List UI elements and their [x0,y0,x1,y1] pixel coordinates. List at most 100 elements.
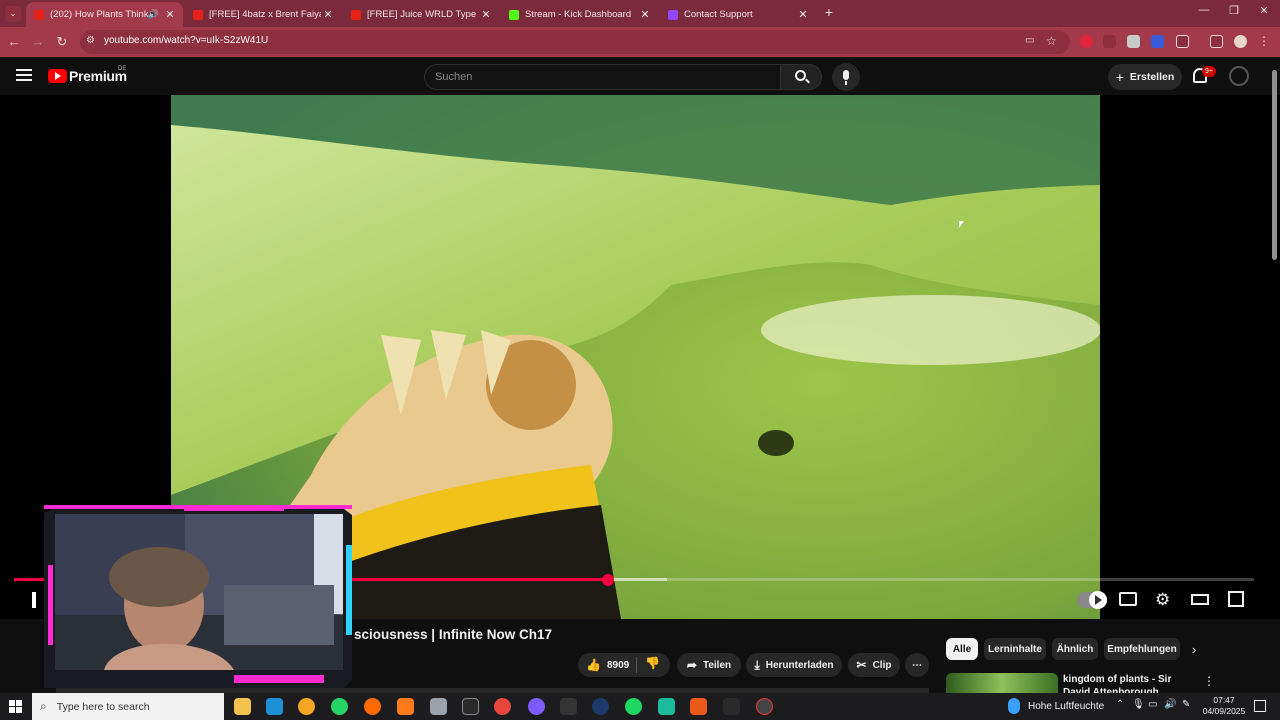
whatsapp-icon[interactable] [331,698,348,715]
extension-flame-icon[interactable] [1103,35,1116,48]
autoplay-toggle[interactable] [1077,591,1107,609]
tab-4batz-beat[interactable]: [FREE] 4batz x Brent Faiyaz Typ ✕ [185,2,341,27]
clip-button[interactable]: ✂ Clip [848,653,900,677]
youtube-logo-icon[interactable] [48,69,67,83]
scissors-icon: ✂ [856,658,867,672]
cast-icon[interactable]: ▭ [1025,35,1034,46]
bookmark-star-icon[interactable]: ☆ [1046,34,1057,48]
reload-button[interactable]: ↻ [53,33,71,51]
download-label: Herunterladen [765,659,834,671]
tab-kick-dashboard[interactable]: Stream - Kick Dashboard ✕ [501,2,658,27]
close-tab-icon[interactable]: ✕ [163,8,177,21]
address-bar[interactable]: ⚙ youtube.com/watch?v=uIk-S2zW41U ▭ ☆ [80,30,1070,54]
close-tab-icon[interactable]: ✕ [479,8,493,21]
close-window-button[interactable]: ✕ [1249,4,1279,22]
close-tab-icon[interactable]: ✕ [321,8,335,21]
video-letterbox-right [1100,95,1280,619]
extension-grey-icon[interactable] [1127,35,1140,48]
tab-contact-support[interactable]: Contact Support ✕ [660,2,816,27]
like-count[interactable]: 8909 [607,660,629,671]
reading-list-icon[interactable] [1210,35,1223,48]
discord-icon[interactable] [528,698,545,715]
profile-avatar-icon[interactable] [1234,35,1247,48]
chip-empfehlungen[interactable]: Empfehlungen [1104,638,1180,660]
app-icon[interactable] [298,698,315,715]
tab-search-button[interactable]: ⌄ [5,6,21,22]
chip-aehnlich[interactable]: Ähnlich [1052,638,1098,660]
app-grey-icon[interactable] [430,698,447,715]
kick-favicon-icon [509,9,519,20]
notification-center-icon[interactable] [1254,700,1266,712]
settings-gear-icon[interactable]: ⚙ [1155,590,1170,610]
search-button[interactable] [780,64,822,90]
chevron-right-icon[interactable]: › [1192,642,1196,657]
app-blue-icon[interactable] [592,698,609,715]
weather-droplet-icon [1008,698,1020,714]
app-orange-icon[interactable] [364,698,381,715]
chip-lerninhalte[interactable]: Lerninhalte [984,638,1046,660]
pause-icon[interactable] [32,592,36,608]
spotify-icon[interactable] [625,698,642,715]
weather-text[interactable]: Hohe Luftfeuchte [1028,701,1104,712]
tray-chevron-icon[interactable]: ⌃ [1116,699,1124,710]
app-flame-icon[interactable] [397,698,414,715]
app-dark-icon[interactable] [723,698,740,715]
tray-pen-icon[interactable]: ✎ [1182,699,1190,710]
close-tab-icon[interactable]: ✕ [796,8,810,21]
minimize-button[interactable]: — [1189,4,1219,22]
extension-red-icon[interactable] [1080,35,1093,48]
tray-network-icon[interactable]: ▭ [1148,699,1157,710]
account-avatar-icon[interactable] [1229,66,1249,86]
forward-button[interactable]: → [29,33,47,51]
app-flame2-icon[interactable] [690,698,707,715]
recommendation-thumbnail[interactable] [946,673,1058,693]
tray-mic-icon[interactable]: 🎙 [1132,699,1145,710]
voice-search-button[interactable] [832,63,860,91]
theater-mode-icon[interactable] [1191,594,1209,605]
tab-juice-wrld-beat[interactable]: [FREE] Juice WRLD Type Beat 20 ✕ [343,2,499,27]
speaker-icon[interactable]: 🔊 [148,9,159,20]
thumbs-down-icon[interactable]: 👎 [645,656,660,670]
fullscreen-icon[interactable] [1228,591,1244,607]
chrome-icon[interactable] [494,698,511,715]
store-icon[interactable] [266,698,283,715]
browser-tab-strip: ⌄ (202) How Plants Think & W 🔊 ✕ [FREE] … [0,0,1280,27]
back-button[interactable]: ← [5,33,23,51]
chip-all[interactable]: Alle [946,638,978,660]
site-info-icon[interactable]: ⚙ [86,35,95,46]
share-arrow-icon: ➦ [686,658,697,672]
create-button[interactable]: + Erstellen [1108,64,1182,90]
restore-button[interactable]: ❐ [1219,4,1249,22]
extension-blue-icon[interactable] [1151,35,1164,48]
thumbs-up-icon[interactable]: 👍 [586,658,601,672]
share-button[interactable]: ➦ Teilen [677,653,741,677]
url-text[interactable]: youtube.com/watch?v=uIk-S2zW41U [104,35,268,46]
epic-games-icon[interactable] [462,698,479,715]
extensions-puzzle-icon[interactable] [1176,35,1189,48]
taskbar-time[interactable]: 07:47 [1202,695,1246,706]
app-w-icon[interactable] [560,698,577,715]
file-explorer-icon[interactable] [234,698,251,715]
tray-volume-icon[interactable]: 🔊 [1164,699,1176,710]
page-scrollbar[interactable] [1272,70,1277,260]
tab-how-plants-think[interactable]: (202) How Plants Think & W 🔊 ✕ [26,2,183,27]
recommendation-title[interactable]: kingdom of plants - Sir David Attenborou… [1063,673,1193,693]
more-actions-button[interactable]: ⋯ [905,653,929,677]
new-tab-button[interactable]: + [821,4,837,22]
download-button[interactable]: ⤓ Herunterladen [746,653,842,677]
hamburger-menu-icon[interactable] [16,69,32,81]
subtitles-icon[interactable] [1119,592,1137,606]
browser-menu-icon[interactable]: ⋮ [1258,34,1270,48]
recommendation-menu-icon[interactable]: ⋮ [1203,674,1215,688]
plus-icon: + [1115,69,1124,85]
obs-icon[interactable] [756,698,773,715]
scrubber-handle[interactable] [601,574,614,586]
video-title: sciousness | Infinite Now Ch17 [354,627,553,642]
close-tab-icon[interactable]: ✕ [638,8,652,21]
app-teal-icon[interactable] [658,698,675,715]
windows-start-icon[interactable] [9,700,22,713]
taskbar-date[interactable]: 04/09/2025 [1198,706,1250,717]
taskbar-search-box[interactable]: ⌕ Type here to search [32,693,224,720]
create-label: Erstellen [1129,71,1175,83]
search-field[interactable]: Suchen [424,64,782,90]
